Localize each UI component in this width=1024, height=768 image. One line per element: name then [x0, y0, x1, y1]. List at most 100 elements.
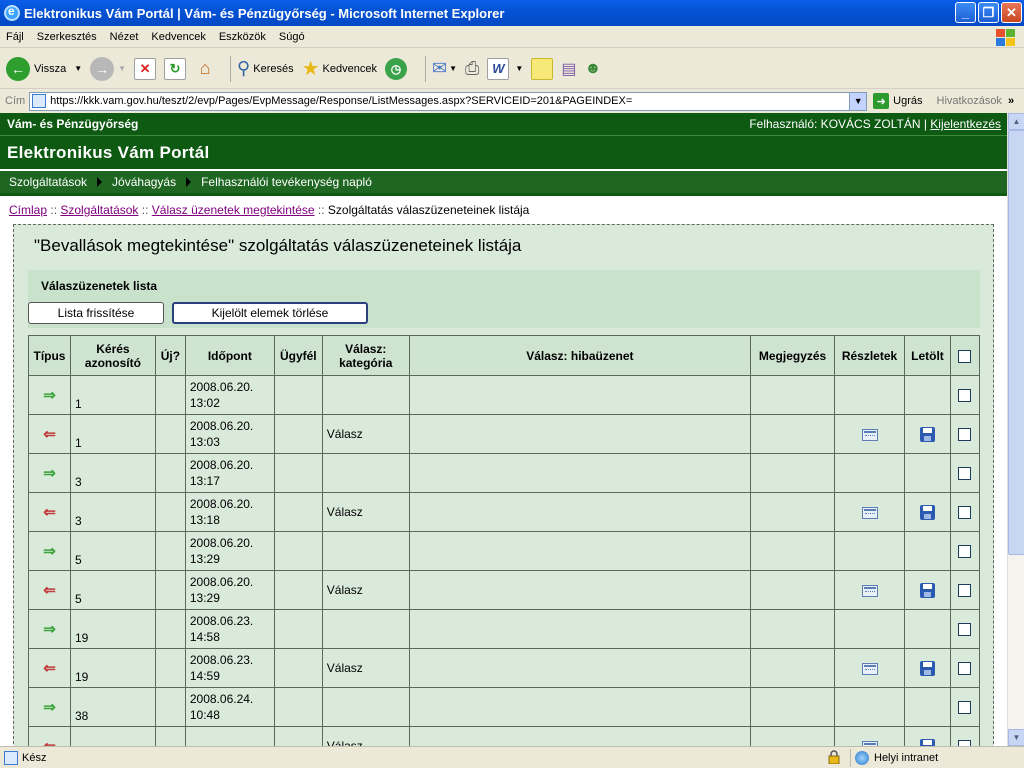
- refresh-button[interactable]: ↻: [164, 57, 187, 80]
- stop-button[interactable]: ✕: [134, 57, 157, 80]
- request-id-cell: 3: [69, 453, 156, 493]
- incoming-arrow-icon: ⇐: [43, 659, 56, 677]
- client-cell: [273, 648, 323, 688]
- print-button[interactable]: ⎙: [465, 58, 479, 79]
- scroll-up-icon[interactable]: ▲: [1008, 113, 1024, 130]
- error-cell: [408, 609, 752, 649]
- category-cell: Válasz: [321, 414, 410, 454]
- print-icon: ⎙: [464, 58, 480, 78]
- incoming-arrow-icon: ⇐: [43, 425, 56, 443]
- scrollbar-thumb[interactable]: [1008, 130, 1024, 555]
- discuss-button[interactable]: [531, 57, 554, 80]
- dropdown-arrow-icon: ▼: [515, 64, 524, 73]
- col-error: Válasz: hibaüzenet: [408, 335, 752, 376]
- category-cell: [321, 531, 410, 571]
- details-icon[interactable]: [861, 662, 878, 675]
- maximize-button[interactable]: ❐: [978, 2, 999, 23]
- save-disk-icon[interactable]: [919, 426, 935, 442]
- details-icon[interactable]: [861, 428, 878, 441]
- date-text: 2008.06.20.: [189, 380, 254, 394]
- row-checkbox[interactable]: [958, 623, 972, 637]
- nav-item-approval[interactable]: Jóváhagyás: [108, 175, 181, 189]
- error-cell: [408, 492, 752, 532]
- mail-button[interactable]: ✉ ▼: [432, 58, 457, 79]
- research-button[interactable]: ▤: [561, 59, 576, 79]
- row-checkbox[interactable]: [958, 584, 972, 598]
- address-dropdown-icon[interactable]: ▼: [849, 92, 867, 110]
- nav-item-services[interactable]: Szolgáltatások: [5, 175, 92, 189]
- search-button[interactable]: ⚲ Keresés: [237, 58, 294, 79]
- incoming-arrow-icon: ⇐: [43, 581, 56, 599]
- row-checkbox[interactable]: [958, 701, 972, 715]
- user-info: Felhasználó: KOVÁCS ZOLTÁN | Kijelentkez…: [749, 117, 1001, 131]
- details-icon[interactable]: [861, 506, 878, 519]
- table-row: ⇒ 1 2008.06.20. 13:02: [28, 375, 981, 415]
- go-button[interactable]: ➜ Ugrás: [873, 93, 923, 109]
- save-disk-icon[interactable]: [919, 582, 935, 598]
- menu-view[interactable]: Nézet: [110, 31, 139, 43]
- save-disk-icon[interactable]: [919, 504, 935, 520]
- star-icon: ★: [301, 58, 320, 80]
- panel-title: Válaszüzenetek lista: [41, 279, 158, 293]
- logout-link[interactable]: Kijelentkezés: [930, 117, 1001, 131]
- details-cell: [834, 453, 905, 493]
- select-cell: [949, 414, 981, 454]
- search-icon: ⚲: [237, 58, 251, 78]
- favorites-button[interactable]: ★ Kedvencek: [302, 56, 377, 81]
- vertical-scrollbar[interactable]: ▲ ▼: [1007, 113, 1024, 746]
- menu-help[interactable]: Súgó: [279, 31, 305, 43]
- minimize-button[interactable]: _: [955, 2, 976, 23]
- menu-tools[interactable]: Eszközök: [219, 31, 266, 43]
- breadcrumb-home[interactable]: Címlap: [9, 203, 47, 217]
- error-cell: [408, 414, 752, 454]
- history-button[interactable]: ◷: [384, 57, 411, 80]
- menu-favorites[interactable]: Kedvencek: [151, 31, 205, 43]
- back-button[interactable]: ← Vissza ▼: [6, 56, 82, 81]
- messenger-button[interactable]: ☻: [584, 60, 601, 78]
- links-toolbar[interactable]: Hivatkozások: [937, 95, 1002, 107]
- forward-button[interactable]: → ▼: [90, 56, 126, 81]
- time-cell: 2008.06.20. 13:03: [184, 414, 275, 454]
- row-checkbox[interactable]: [958, 467, 972, 481]
- home-button[interactable]: ⌂: [194, 58, 216, 80]
- col-request-id: Kérés azonosító: [69, 335, 156, 376]
- site-header-top: Vám- és Pénzügyőrség Felhasználó: KOVÁCS…: [0, 113, 1007, 135]
- row-checkbox[interactable]: [958, 545, 972, 559]
- select-all-checkbox[interactable]: [958, 349, 972, 363]
- close-button[interactable]: ✕: [1001, 2, 1022, 23]
- breadcrumb: Címlap :: Szolgáltatások :: Válasz üzene…: [9, 203, 529, 217]
- menu-file[interactable]: Fájl: [6, 31, 24, 43]
- type-cell: ⇒: [28, 609, 71, 649]
- chevron-right-icon[interactable]: »: [1008, 95, 1014, 107]
- breadcrumb-responses[interactable]: Válasz üzenetek megtekintése: [152, 203, 315, 217]
- row-checkbox[interactable]: [958, 428, 972, 442]
- row-checkbox[interactable]: [958, 389, 972, 403]
- col-new: Új?: [154, 335, 186, 376]
- address-input[interactable]: https://kkk.vam.gov.hu/teszt/2/evp/Pages…: [29, 91, 868, 111]
- request-id-cell: 5: [69, 531, 156, 571]
- col-time: Időpont: [184, 335, 275, 376]
- refresh-list-button[interactable]: Lista frissítése: [28, 302, 164, 324]
- edit-button[interactable]: W ▼: [487, 57, 524, 80]
- menu-edit[interactable]: Szerkesztés: [37, 31, 97, 43]
- delete-selected-button[interactable]: Kijelölt elemek törlése: [172, 302, 368, 324]
- save-disk-icon[interactable]: [919, 738, 935, 746]
- select-cell: [949, 648, 981, 688]
- breadcrumb-services[interactable]: Szolgáltatások: [60, 203, 138, 217]
- date-text: 2008.06.23.: [189, 614, 254, 628]
- details-icon[interactable]: [861, 584, 878, 597]
- date-text: 2008.06.20.: [189, 497, 254, 511]
- error-cell: [408, 726, 752, 746]
- save-disk-icon[interactable]: [919, 660, 935, 676]
- row-checkbox[interactable]: [958, 662, 972, 676]
- col-category-line2: kategória: [339, 355, 393, 370]
- status-text: Kész: [22, 751, 47, 764]
- row-checkbox[interactable]: [958, 506, 972, 520]
- category-cell: Válasz: [321, 492, 410, 532]
- select-cell: [949, 453, 981, 493]
- client-cell: [273, 375, 323, 415]
- nav-item-activity-log[interactable]: Felhasználói tevékenység napló: [197, 175, 376, 189]
- scroll-down-icon[interactable]: ▼: [1008, 729, 1024, 746]
- client-cell: [273, 453, 323, 493]
- request-id-cell: 19: [69, 648, 156, 688]
